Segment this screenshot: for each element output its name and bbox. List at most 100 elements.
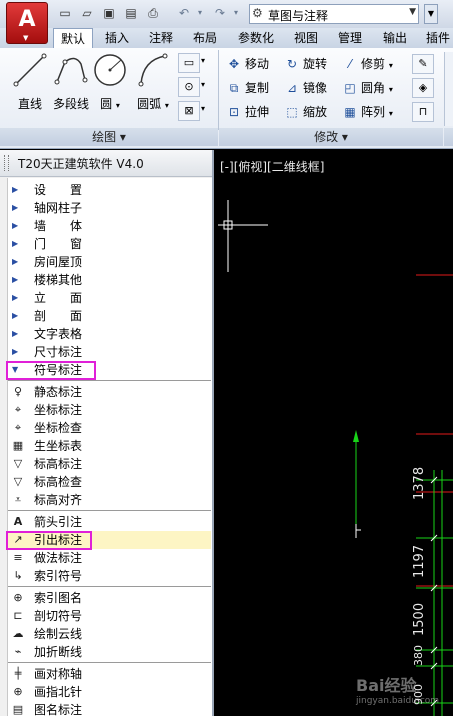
menu-item-rooms-roofs[interactable]: ▶ 房间屋顶	[8, 253, 211, 271]
scale-button[interactable]: ⬚ 缩放	[284, 102, 327, 122]
polyline-button[interactable]: 多段线	[50, 52, 92, 112]
tab-parametric[interactable]: 参数化	[231, 28, 281, 48]
redo-icon[interactable]: ↷	[212, 5, 228, 21]
drag-handle-icon[interactable]	[4, 155, 9, 171]
gear-icon: ⚙	[252, 6, 263, 20]
sub-item-elevation-annotation[interactable]: ▽ 标高标注	[8, 455, 211, 473]
undo-dropdown-icon[interactable]: ▾	[192, 5, 208, 21]
tab-manage[interactable]: 管理	[331, 28, 369, 48]
palette-menu: ▶ 设 置 ▶ 轴网柱子 ▶ 墙 体 ▶ 门 窗 ▶ 房间屋顶 ▶ 楼梯其他 ▶ 立 面 ▶ 剖…	[6, 178, 212, 716]
tab-output[interactable]: 输出	[376, 28, 414, 48]
menu-item-dimensions[interactable]: ▶ 尺寸标注	[8, 343, 211, 361]
coordinate-check-icon: ⌖	[14, 421, 22, 434]
sub-item-arrow-leader[interactable]: A 箭头引注	[8, 513, 211, 531]
sub-item-symmetry-axis[interactable]: ╪ 画对称轴	[8, 665, 211, 683]
quick-access-customize-button[interactable]: ▼	[424, 4, 438, 24]
chevron-down-icon[interactable]: ▾	[201, 104, 205, 113]
menu-item-text-tables[interactable]: ▶ 文字表格	[8, 325, 211, 343]
sub-item-coordinate-annotation[interactable]: ⌖ 坐标标注	[8, 401, 211, 419]
arc-button[interactable]: 圆弧 ▾	[134, 52, 172, 112]
next-panel-title	[444, 128, 453, 146]
tab-view[interactable]: 视图	[287, 28, 325, 48]
polyline-icon	[54, 57, 88, 85]
divider	[8, 510, 211, 511]
sub-item-section-symbol[interactable]: ⊏ 剖切符号	[8, 607, 211, 625]
offset-icon[interactable]: ⊓	[412, 102, 434, 122]
sub-item-coordinate-check[interactable]: ⌖ 坐标检查	[8, 419, 211, 437]
tab-annotate[interactable]: 注释	[142, 28, 180, 48]
north-arrow-icon: ⊕	[13, 685, 23, 698]
chevron-down-icon[interactable]: ▾	[201, 56, 205, 65]
chevron-down-icon[interactable]: ▾	[201, 80, 205, 89]
divider	[8, 662, 211, 663]
save-as-icon[interactable]: ▤	[123, 5, 139, 21]
menu-item-axis-grid[interactable]: ▶ 轴网柱子	[8, 199, 211, 217]
tab-insert[interactable]: 插入	[98, 28, 136, 48]
break-line-icon: ⌁	[14, 645, 22, 658]
rotate-button[interactable]: ↻ 旋转	[284, 54, 327, 74]
mirror-icon: ⊿	[286, 81, 298, 95]
sub-item-method-annotation[interactable]: ≡ 做法标注	[8, 549, 211, 567]
palette-title-bar[interactable]: T20天正建筑软件 V4.0	[0, 150, 212, 177]
array-button[interactable]: ▦ 阵列 ▾	[342, 102, 393, 122]
rotate-icon: ↻	[286, 57, 298, 71]
fillet-icon: ◰	[344, 81, 356, 95]
sub-item-north-arrow[interactable]: ⊕ 画指北针	[8, 683, 211, 701]
application-menu-button[interactable]: A ▼	[6, 2, 48, 44]
sub-item-break-line[interactable]: ⌁ 加折断线	[8, 643, 211, 661]
sub-item-elevation-align[interactable]: ⩡ 标高对齐	[8, 491, 211, 509]
redo-dropdown-icon[interactable]: ▾	[228, 5, 244, 21]
menu-item-section[interactable]: ▶ 剖 面	[8, 307, 211, 325]
sub-item-revision-cloud[interactable]: ☁ 绘制云线	[8, 625, 211, 643]
sub-item-elevation-check[interactable]: ▽ 标高检查	[8, 473, 211, 491]
stretch-button[interactable]: ⊡ 拉伸	[226, 102, 269, 122]
triangle-right-icon: ▶	[12, 203, 19, 212]
draw-panel-title[interactable]: 绘图 ▾	[0, 128, 218, 146]
copy-button[interactable]: ⧉ 复制	[226, 78, 269, 98]
highlight-box-symbol-annotation	[6, 361, 96, 380]
arc-label: 圆弧 ▾	[137, 97, 169, 111]
dimension-text-1197: 1197	[412, 544, 427, 578]
menu-item-doors-windows[interactable]: ▶ 门 窗	[8, 235, 211, 253]
highlight-box-leader-annotation	[6, 531, 92, 550]
undo-icon[interactable]: ↶	[176, 5, 192, 21]
trim-button[interactable]: ⁄ 修剪 ▾	[342, 54, 393, 74]
triangle-right-icon: ▶	[12, 329, 19, 338]
print-icon[interactable]: ⎙	[145, 5, 161, 21]
hatch-icon[interactable]: ⊠	[178, 101, 200, 121]
save-icon[interactable]: ▣	[101, 5, 117, 21]
circle-button[interactable]: 圆 ▾	[92, 52, 128, 112]
line-button[interactable]: 直线	[12, 52, 48, 112]
menu-item-walls[interactable]: ▶ 墙 体	[8, 217, 211, 235]
sub-item-coordinate-table[interactable]: ▦ 生坐标表	[8, 437, 211, 455]
coordinate-table-icon: ▦	[12, 439, 24, 452]
erase-icon[interactable]: ✎	[412, 54, 434, 74]
rectangle-icon[interactable]: ▭	[178, 53, 200, 73]
menu-item-stairs-other[interactable]: ▶ 楼梯其他	[8, 271, 211, 289]
open-folder-icon[interactable]: ▱	[79, 5, 95, 21]
explode-icon[interactable]: ◈	[412, 78, 434, 98]
drawing-title-icon: ▤	[12, 703, 24, 716]
mirror-button[interactable]: ⊿ 镜像	[284, 78, 327, 98]
ellipse-icon[interactable]: ⊙	[178, 77, 200, 97]
sub-item-drawing-title[interactable]: ▤ 图名标注	[8, 701, 211, 716]
sub-item-index-drawing-name[interactable]: ⊕ 索引图名	[8, 589, 211, 607]
triangle-right-icon: ▶	[12, 239, 19, 248]
dimension-text-1378: 1378	[412, 466, 427, 500]
array-icon: ▦	[344, 105, 356, 119]
sub-item-static-annotation[interactable]: ♀ 静态标注	[8, 383, 211, 401]
modify-panel-title[interactable]: 修改 ▾	[219, 128, 443, 146]
tab-default[interactable]: 默认	[53, 28, 93, 49]
workspace-selector[interactable]: ⚙ 草图与注释 ▼	[249, 4, 419, 24]
menu-item-elevation[interactable]: ▶ 立 面	[8, 289, 211, 307]
sub-item-index-symbol[interactable]: ↳ 索引符号	[8, 567, 211, 585]
fillet-button[interactable]: ◰ 圆角 ▾	[342, 78, 393, 98]
menu-item-settings[interactable]: ▶ 设 置	[8, 181, 211, 199]
palette-title: T20天正建筑软件 V4.0	[18, 157, 144, 171]
move-button[interactable]: ✥ 移动	[226, 54, 269, 74]
tab-plugins[interactable]: 插件	[420, 28, 453, 48]
coordinate-icon: ⌖	[14, 403, 22, 416]
new-file-icon[interactable]: ▭	[57, 5, 73, 21]
chevron-down-icon: ▼	[409, 7, 416, 17]
tab-layout[interactable]: 布局	[186, 28, 224, 48]
